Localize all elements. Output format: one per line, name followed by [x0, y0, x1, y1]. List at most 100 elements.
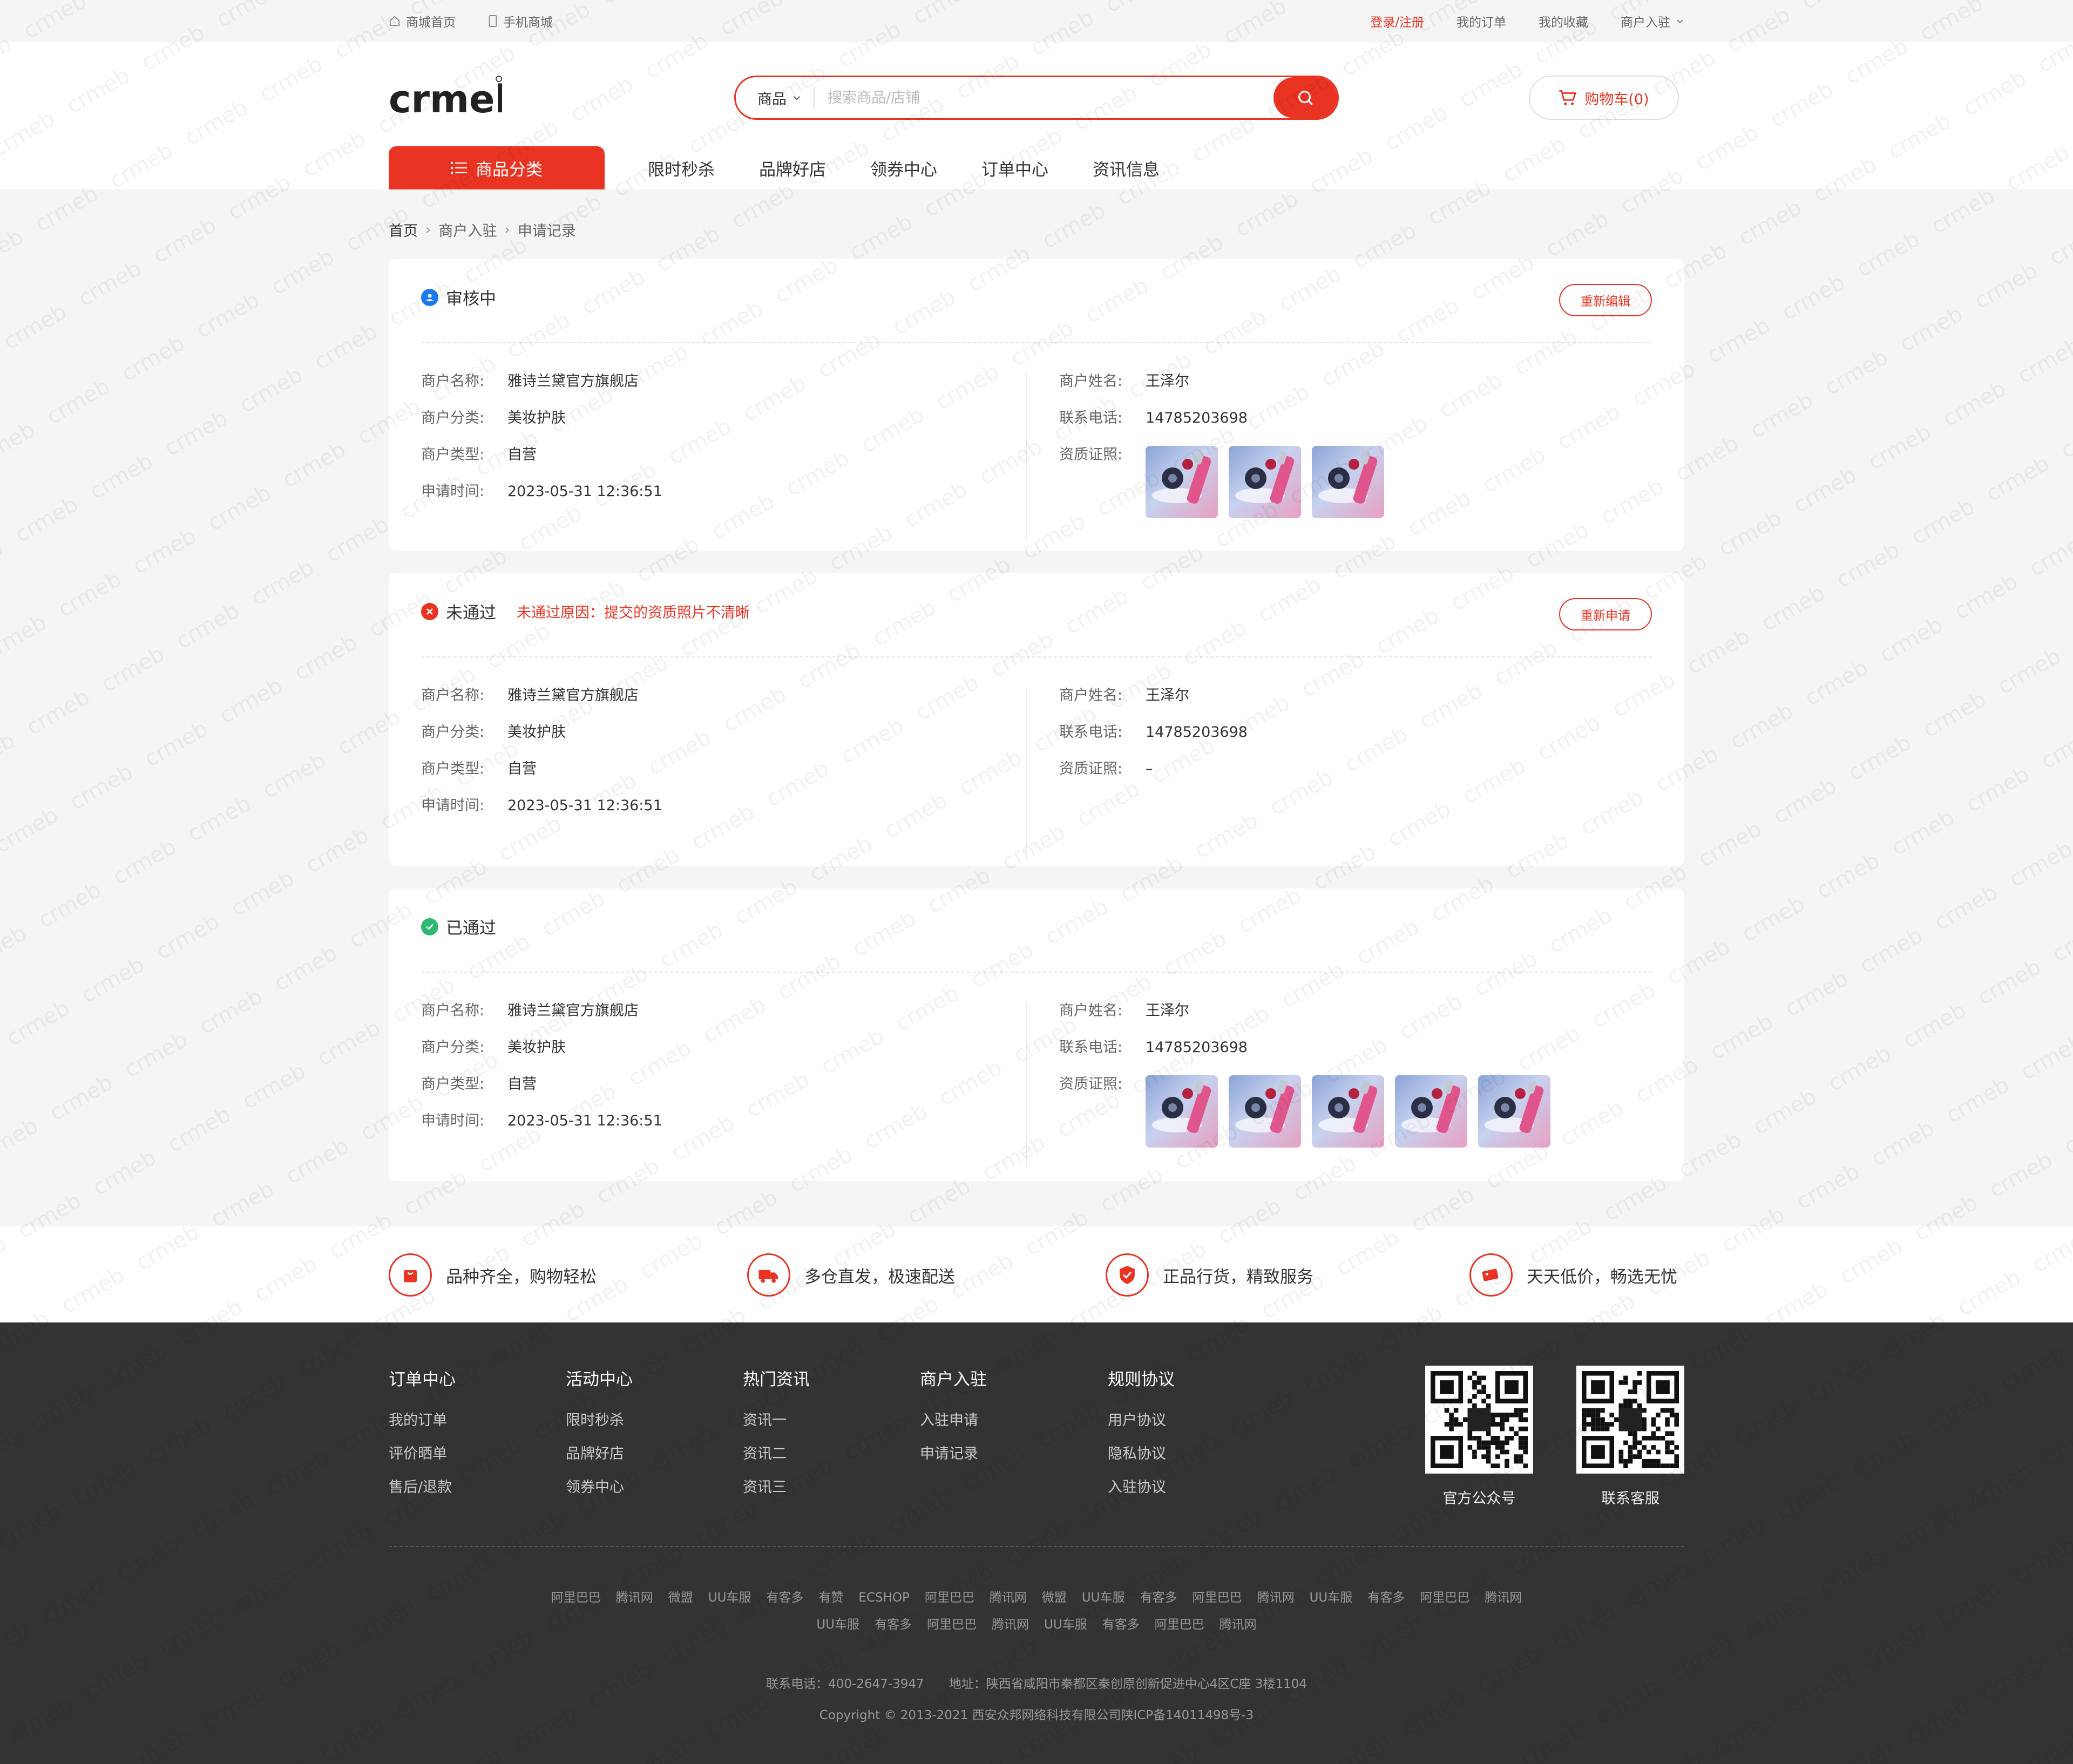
friend-link[interactable]: 腾讯网	[992, 1618, 1029, 1632]
contact-phone-value: 14785203698	[1146, 724, 1248, 741]
footer-link[interactable]: 售后/退款	[389, 1475, 456, 1509]
friend-link[interactable]: 阿里巴巴	[1193, 1591, 1242, 1605]
friend-link[interactable]: 腾讯网	[1220, 1618, 1257, 1632]
apply-time-label: 申请时间:	[421, 797, 485, 814]
service-features: 品种齐全，购物轻松 多仓直发，极速配送 正品行货，精致服务 天天低价，畅选无忧	[0, 1226, 2073, 1322]
footer-link[interactable]: 品牌好店	[566, 1442, 633, 1475]
friend-link[interactable]: 有客多	[875, 1618, 912, 1632]
shopping-bag-icon	[389, 1253, 432, 1297]
friend-link[interactable]: 阿里巴巴	[1155, 1618, 1204, 1632]
friend-link[interactable]: UU车服	[1082, 1591, 1125, 1605]
my-favorites-link[interactable]: 我的收藏	[1539, 12, 1588, 30]
reapply-button[interactable]: 重新申请	[1559, 598, 1652, 630]
breadcrumb-merchant[interactable]: 商户入驻	[438, 219, 497, 240]
footer-col-title: 活动中心	[566, 1370, 633, 1389]
friend-link[interactable]: UU车服	[708, 1591, 751, 1605]
merchant-category-value: 美妆护肤	[507, 410, 566, 426]
footer-link[interactable]: 申请记录	[920, 1442, 987, 1475]
footer-link[interactable]: 资讯二	[743, 1442, 810, 1475]
nav-order-center[interactable]: 订单中心	[981, 156, 1048, 180]
certificate-thumbnail[interactable]	[1478, 1075, 1550, 1148]
mobile-mall-link[interactable]: 手机商城	[488, 12, 553, 30]
friend-link[interactable]: 有赞	[818, 1591, 843, 1605]
contact-phone-value: 14785203698	[1146, 1039, 1248, 1056]
friend-link[interactable]: 腾讯网	[1257, 1591, 1295, 1605]
friend-link[interactable]: 微盟	[1042, 1591, 1067, 1605]
footer-link[interactable]: 资讯一	[743, 1408, 810, 1442]
category-menu-button[interactable]: 商品分类	[389, 146, 605, 189]
breadcrumb-home[interactable]: 首页	[389, 219, 418, 240]
certificate-thumbnail[interactable]	[1395, 1075, 1467, 1148]
qr-caption: 联系客服	[1601, 1490, 1659, 1507]
footer-link[interactable]: 入驻申请	[920, 1408, 987, 1442]
certificate-thumbnail[interactable]	[1229, 1075, 1301, 1148]
friend-link[interactable]: ECSHOP	[858, 1591, 909, 1605]
nav-coupon-center[interactable]: 领券中心	[870, 156, 937, 180]
truck-icon	[747, 1253, 790, 1297]
friend-link[interactable]: 腾讯网	[616, 1591, 653, 1605]
cart-label: 购物车(0)	[1584, 91, 1649, 108]
friend-link[interactable]: 腾讯网	[990, 1591, 1027, 1605]
friend-link[interactable]: 有客多	[1140, 1591, 1177, 1605]
friend-link[interactable]: UU车服	[816, 1618, 859, 1632]
footer-link[interactable]: 用户协议	[1108, 1408, 1175, 1442]
footer-col-title: 规则协议	[1108, 1370, 1175, 1389]
merchant-type-value: 自营	[507, 446, 537, 463]
friend-link[interactable]: 有客多	[766, 1591, 803, 1605]
contact-phone-label: 联系电话:	[1059, 1039, 1123, 1056]
certificate-thumbnail[interactable]	[1229, 446, 1301, 518]
mall-home-link[interactable]: 商城首页	[389, 12, 456, 30]
certificate-thumbnail[interactable]	[1146, 1075, 1218, 1148]
cart-button[interactable]: 购物车(0)	[1529, 76, 1679, 120]
nav-brand-stores[interactable]: 品牌好店	[759, 156, 826, 180]
footer-link[interactable]: 我的订单	[389, 1408, 456, 1442]
footer: 订单中心 我的订单 评价晒单 售后/退款 活动中心 限时秒杀 品牌好店 领券中心…	[0, 1322, 2073, 1764]
friend-link[interactable]: UU车服	[1044, 1618, 1087, 1632]
friend-link[interactable]: 阿里巴巴	[551, 1591, 601, 1605]
certificate-thumbnail[interactable]	[1146, 446, 1218, 518]
column-divider	[1026, 687, 1027, 854]
footer-link[interactable]: 入驻协议	[1108, 1475, 1175, 1509]
friend-link[interactable]: UU车服	[1310, 1591, 1353, 1605]
footer-link[interactable]: 限时秒杀	[566, 1408, 633, 1442]
feature-item: 天天低价，畅选无忧	[1469, 1253, 1677, 1297]
crmeb-logo[interactable]: crmeb	[389, 73, 502, 122]
footer-link[interactable]: 隐私协议	[1108, 1442, 1175, 1475]
friend-link[interactable]: 微盟	[668, 1591, 693, 1605]
footer-link[interactable]: 领券中心	[566, 1475, 633, 1509]
merchant-join-dropdown[interactable]: 商户入驻	[1621, 12, 1684, 30]
merchant-name-value: 雅诗兰黛官方旗舰店	[507, 373, 639, 390]
certificate-thumbnail[interactable]	[1312, 446, 1384, 518]
merchant-category-value: 美妆护肤	[507, 724, 566, 741]
my-orders-link[interactable]: 我的订单	[1456, 12, 1506, 30]
nav-news[interactable]: 资讯信息	[1093, 156, 1160, 180]
merchant-name-value: 雅诗兰黛官方旗舰店	[507, 1002, 639, 1019]
friend-link[interactable]: 腾讯网	[1485, 1591, 1522, 1605]
footer-link[interactable]: 评价晒单	[389, 1442, 456, 1475]
friend-link[interactable]: 有客多	[1367, 1591, 1405, 1605]
re-edit-button[interactable]: 重新编辑	[1559, 284, 1652, 316]
certificates-empty: –	[1146, 761, 1153, 777]
friend-link[interactable]: 阿里巴巴	[1420, 1591, 1469, 1605]
feature-label: 品种齐全，购物轻松	[446, 1267, 597, 1287]
status-label: 审核中	[446, 289, 496, 309]
merchant-type-value: 自营	[507, 761, 537, 777]
footer-col-news: 热门资讯 资讯一 资讯二 资讯三	[743, 1366, 810, 1509]
record-card-approved: 已通过 商户名称: 雅诗兰黛官方旗舰店 商户分类: 美妆护肤 商户类型: 自营 申请时…	[389, 888, 1684, 1181]
certificate-thumbnail[interactable]	[1312, 1075, 1384, 1148]
login-register-link[interactable]: 登录/注册	[1370, 12, 1424, 30]
friend-link[interactable]: 阿里巴巴	[927, 1618, 977, 1632]
search-type-label: 商品	[757, 91, 787, 108]
search-input[interactable]	[815, 77, 1273, 118]
friend-link[interactable]: 阿里巴巴	[925, 1591, 974, 1605]
apply-time-label: 申请时间:	[421, 1112, 485, 1129]
merchant-person-value: 王泽尔	[1146, 687, 1189, 704]
footer-link[interactable]: 资讯三	[743, 1475, 810, 1509]
nav-flash-sale[interactable]: 限时秒杀	[648, 156, 715, 180]
breadcrumb-records: 申请记录	[517, 223, 576, 240]
search-button[interactable]	[1273, 77, 1337, 118]
merchant-category-label: 商户分类:	[421, 724, 485, 741]
chevron-right-icon: ›	[425, 221, 431, 238]
search-type-select[interactable]: 商品	[736, 87, 815, 108]
friend-link[interactable]: 有客多	[1102, 1618, 1140, 1632]
